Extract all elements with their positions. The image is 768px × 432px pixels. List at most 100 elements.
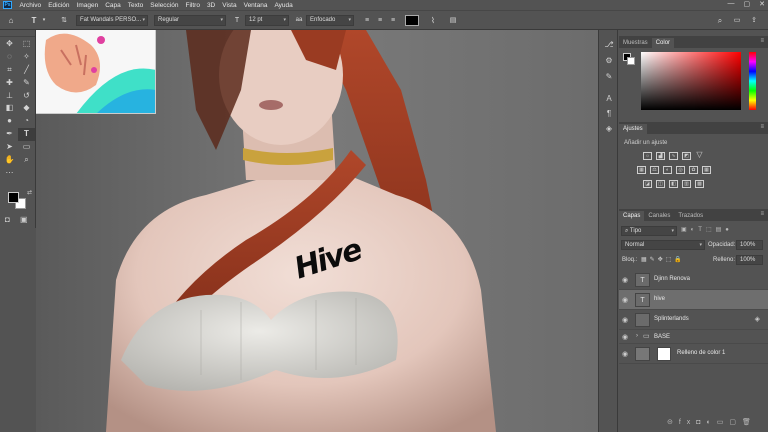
- vibrance-icon[interactable]: ▽: [695, 151, 704, 160]
- workspace-icon[interactable]: ▭: [731, 15, 743, 26]
- share-icon[interactable]: ⇪: [748, 15, 760, 26]
- invert-icon[interactable]: ◪: [643, 180, 652, 188]
- magic-wand-icon[interactable]: ✧: [18, 51, 35, 64]
- tab-canales[interactable]: Canales: [644, 211, 674, 221]
- panel-menu-icon[interactable]: ≡: [760, 124, 764, 130]
- healing-brush-icon[interactable]: ✚: [1, 77, 18, 90]
- marquee-tool-icon[interactable]: ⬚: [18, 38, 35, 51]
- color-field[interactable]: [641, 52, 741, 110]
- eye-icon[interactable]: ◉: [622, 316, 628, 324]
- rectangle-tool-icon[interactable]: ▭: [18, 141, 35, 154]
- zoom-tool-icon[interactable]: ⌕: [18, 154, 35, 167]
- menu-vista[interactable]: Vista: [219, 2, 240, 9]
- brightness-icon[interactable]: ☼: [643, 152, 652, 160]
- fill-input[interactable]: 100%: [736, 255, 763, 265]
- channel-mixer-icon[interactable]: ✿: [689, 166, 698, 174]
- menu-ayuda[interactable]: Ayuda: [271, 2, 296, 9]
- layer-effects-icon[interactable]: ◈: [755, 315, 760, 323]
- eye-icon[interactable]: ◉: [622, 296, 628, 304]
- tab-muestras[interactable]: Muestras: [619, 38, 652, 48]
- menu-ventana[interactable]: Ventana: [240, 2, 271, 9]
- blend-mode-select[interactable]: Normal ▾: [621, 240, 705, 250]
- eyedropper-icon[interactable]: ╱: [18, 64, 35, 77]
- photo-filter-icon[interactable]: ◎: [676, 166, 685, 174]
- hue-slider[interactable]: [749, 52, 756, 110]
- foreground-color-swatch[interactable]: [8, 192, 19, 203]
- tab-ajustes[interactable]: Ajustes: [619, 124, 647, 134]
- font-style-select[interactable]: Regular ▾: [154, 15, 226, 26]
- eye-icon[interactable]: ◉: [622, 350, 628, 358]
- crop-tool-icon[interactable]: ⌗: [1, 64, 18, 77]
- edit-toolbar-icon[interactable]: ⋯: [1, 167, 18, 180]
- move-tool-icon[interactable]: ✥: [1, 38, 18, 51]
- black-white-icon[interactable]: ◐: [663, 166, 672, 174]
- font-family-select[interactable]: Fat Wandals PERSO... ▾: [76, 15, 148, 26]
- levels-icon[interactable]: ▟: [656, 152, 665, 160]
- blur-tool-icon[interactable]: ●: [1, 115, 18, 128]
- lock-icons[interactable]: ▦✎✥⬚🔒: [641, 256, 685, 263]
- character-icon[interactable]: A: [603, 94, 615, 103]
- text-color-swatch[interactable]: [405, 15, 419, 26]
- layers-footer-icons[interactable]: ⊝fx◘◐▭▢🗑: [667, 418, 757, 426]
- color-bg-swatch[interactable]: [627, 57, 635, 65]
- history-brush-icon[interactable]: ↺: [18, 90, 35, 103]
- minimize-button[interactable]: —: [728, 0, 735, 8]
- home-icon[interactable]: ⌂: [5, 15, 17, 26]
- search-icon[interactable]: ⌕: [714, 15, 726, 26]
- brushes-icon[interactable]: ✎: [603, 72, 615, 81]
- layer-row[interactable]: ◉ › ▭ BASE: [619, 330, 768, 344]
- menu-edicion[interactable]: Edición: [45, 2, 73, 9]
- tab-trazados[interactable]: Trazados: [674, 211, 707, 221]
- stamp-tool-icon[interactable]: ⊥: [1, 90, 18, 103]
- color-balance-icon[interactable]: ⚖: [650, 166, 659, 174]
- eye-icon[interactable]: ◉: [622, 333, 628, 341]
- eye-icon[interactable]: ◉: [622, 276, 628, 284]
- menu-texto[interactable]: Texto: [124, 2, 147, 9]
- layer-filter-icons[interactable]: ▣◐T⬚▤●: [681, 226, 761, 236]
- dodge-tool-icon[interactable]: ◔: [18, 115, 35, 128]
- menu-imagen[interactable]: Imagen: [73, 2, 102, 9]
- swap-colors-icon[interactable]: ⇄: [27, 189, 32, 196]
- menu-3d[interactable]: 3D: [203, 2, 218, 9]
- layer-row[interactable]: ◉ Splinterlands ◈: [619, 310, 768, 330]
- history-panel-icon[interactable]: ⎇: [603, 40, 615, 49]
- menu-archivo[interactable]: Archivo: [16, 2, 45, 9]
- pen-tool-icon[interactable]: ✒: [1, 128, 18, 141]
- maximize-button[interactable]: ▢: [744, 0, 751, 8]
- align-left-icon[interactable]: ≡: [362, 15, 372, 26]
- document-canvas[interactable]: Hive: [36, 30, 598, 432]
- brush-settings-icon[interactable]: ⚙: [603, 56, 615, 65]
- screen-mode-icon[interactable]: ▣: [20, 215, 28, 224]
- type-tool-preset-icon[interactable]: T: [28, 15, 40, 26]
- text-orientation-icon[interactable]: ⇅: [58, 15, 70, 26]
- brush-tool-icon[interactable]: ✎: [18, 77, 35, 90]
- warp-text-icon[interactable]: ⌇: [427, 15, 439, 26]
- layer-row[interactable]: ◉ Relleno de color 1: [619, 344, 768, 364]
- tab-color[interactable]: Color: [651, 38, 675, 48]
- type-tool-icon[interactable]: T: [18, 128, 35, 142]
- quick-mask-icon[interactable]: ◘: [5, 215, 10, 224]
- character-panel-icon[interactable]: ▤: [447, 15, 459, 26]
- hue-saturation-icon[interactable]: ▦: [637, 166, 646, 174]
- path-selection-icon[interactable]: ➤: [1, 141, 18, 154]
- font-size-select[interactable]: 12 pt ▾: [245, 15, 289, 26]
- chevron-right-icon[interactable]: ›: [636, 333, 638, 339]
- color-lookup-icon[interactable]: ▦: [702, 166, 711, 174]
- more-tools-icon[interactable]: [18, 167, 35, 180]
- gradient-map-icon[interactable]: ▥: [682, 180, 691, 188]
- tab-capas[interactable]: Capas: [619, 211, 645, 221]
- glyphs-icon[interactable]: ◈: [603, 124, 615, 133]
- curves-icon[interactable]: ∿: [669, 152, 678, 160]
- menu-capa[interactable]: Capa: [102, 2, 125, 9]
- close-button[interactable]: ✕: [759, 0, 765, 8]
- align-right-icon[interactable]: ≡: [388, 15, 398, 26]
- exposure-icon[interactable]: ◩: [682, 152, 691, 160]
- selective-color-icon[interactable]: ▩: [695, 180, 704, 188]
- threshold-icon[interactable]: ◧: [669, 180, 678, 188]
- hand-tool-icon[interactable]: ✋: [1, 154, 18, 167]
- opacity-input[interactable]: 100%: [736, 240, 763, 250]
- layer-row[interactable]: ◉ T Djinn Renova: [619, 270, 768, 290]
- menu-filtro[interactable]: Filtro: [182, 2, 203, 9]
- panel-menu-icon[interactable]: ≡: [760, 211, 764, 217]
- chevron-down-icon[interactable]: ▾: [41, 15, 47, 26]
